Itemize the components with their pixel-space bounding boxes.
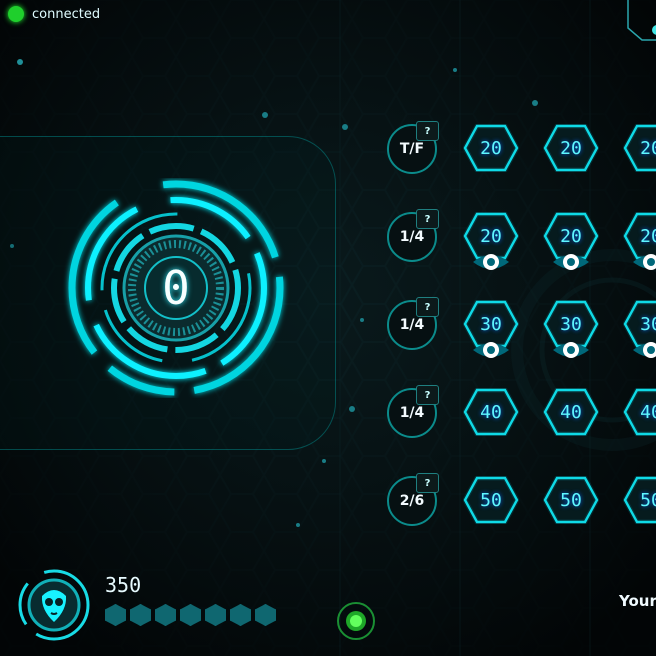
life-hexagon [205,604,226,626]
life-hexagon [105,604,126,626]
question-tile[interactable]: 30 [463,300,519,358]
board-row: 1/4? 30 30 30 [385,296,656,358]
tile-points: 20 [640,137,656,159]
question-tile[interactable]: 20 [463,212,519,270]
category-label: 1/4? [387,385,439,438]
tile-points: 20 [480,137,502,159]
player-profile-icon [18,569,90,641]
category-label: T/F? [387,121,439,174]
question-mark-icon[interactable]: ? [416,473,439,493]
corner-panel-decoration [627,0,656,41]
question-tile[interactable]: 40 [623,388,656,436]
question-tile[interactable]: 20 [543,124,599,172]
category-text: 1/4 [399,405,425,421]
tile-points: 50 [560,489,582,511]
connection-status-text: connected [32,6,101,22]
tile-points: 20 [560,137,582,159]
player-name-label: Your [619,592,656,610]
question-tile[interactable]: 20 [623,124,656,172]
question-tile[interactable]: 50 [463,476,519,524]
question-mark-icon[interactable]: ? [416,385,439,405]
tile-points: 50 [480,489,502,511]
tile-points: 50 [640,489,656,511]
eye-icon[interactable] [472,250,510,274]
question-tile[interactable]: 30 [623,300,656,358]
life-hexagon [180,604,201,626]
question-mark-icon[interactable]: ? [416,297,439,317]
player-lives [105,604,276,626]
category-text: 1/4 [399,317,425,333]
category-text: T/F [399,141,425,157]
life-hexagon [130,604,151,626]
tile-points: 40 [640,401,656,423]
tile-points: 40 [560,401,582,423]
question-tile[interactable]: 40 [463,388,519,436]
board-row: T/F? 20 20 20 [385,120,656,176]
tile-points: 40 [480,401,502,423]
question-tile[interactable]: 40 [543,388,599,436]
category-text: 1/4 [399,229,425,245]
question-tile[interactable]: 20 [463,124,519,172]
board-row: 1/4? 40 40 40 [385,384,656,440]
countdown-timer: 0 [58,178,294,398]
category-label: 2/6? [387,473,439,526]
question-mark-icon[interactable]: ? [416,121,439,141]
category-label: 1/4? [387,297,439,350]
board-row: 2/6? 50 50 50 [385,472,656,528]
timer-value: 0 [162,261,190,315]
green-orb-icon [337,602,375,640]
life-hexagon [255,604,276,626]
board-row: 1/4? 20 20 20 [385,208,656,270]
eye-icon[interactable] [552,250,590,274]
question-mark-icon[interactable]: ? [416,209,439,229]
question-tile[interactable]: 20 [543,212,599,270]
category-text: 2/6 [399,493,425,509]
question-tile[interactable]: 50 [623,476,656,524]
eye-icon[interactable] [632,250,656,274]
category-label: 1/4? [387,209,439,262]
life-hexagon [155,604,176,626]
question-tile[interactable]: 30 [543,300,599,358]
question-board: T/F? 20 20 20 1/4? 20 20 20 1/4? 30 30 30 1/4? 40 40 40… [385,120,656,550]
connection-indicator-icon [8,6,24,22]
player-score: 350 [105,573,142,597]
eye-icon[interactable] [472,338,510,362]
eye-icon[interactable] [552,338,590,362]
eye-icon[interactable] [632,338,656,362]
connection-status: connected [8,6,100,22]
question-tile[interactable]: 50 [543,476,599,524]
life-hexagon [230,604,251,626]
question-tile[interactable]: 20 [623,212,656,270]
